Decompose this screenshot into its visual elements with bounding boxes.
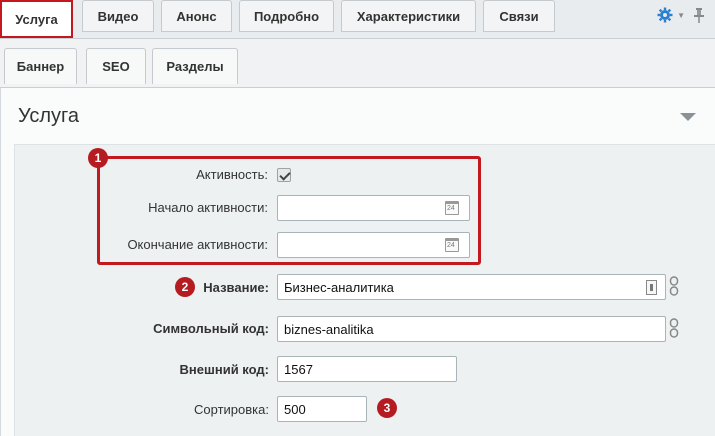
tab-seo[interactable]: SEO: [86, 48, 146, 84]
sort-field[interactable]: 500: [277, 396, 367, 422]
tab-characteristics[interactable]: Характеристики: [341, 0, 476, 32]
link-icon[interactable]: [669, 318, 679, 338]
code-label: Символьный код:: [153, 321, 269, 336]
tab-service[interactable]: Услуга: [0, 0, 73, 38]
sub-tab-bar: Баннер SEO Разделы: [0, 39, 715, 88]
name-value: Бизнес-аналитика: [284, 279, 394, 295]
activity-highlight-box: [97, 156, 481, 265]
tab-sections[interactable]: Разделы: [152, 48, 238, 84]
tab-announce[interactable]: Анонс: [161, 0, 232, 32]
badge-3: 3: [377, 398, 397, 418]
toolbar-tools: ▼: [657, 6, 705, 24]
tab-video[interactable]: Видео: [82, 0, 154, 32]
tab-links[interactable]: Связи: [483, 0, 555, 32]
name-field[interactable]: Бизнес-аналитика: [277, 274, 666, 300]
gear-icon[interactable]: [657, 7, 673, 23]
top-tab-bar: Услуга Видео Анонс Подробно Характеристи…: [0, 0, 715, 39]
name-label: Название:: [203, 280, 269, 295]
external-code-field[interactable]: 1567: [277, 356, 457, 382]
collapse-arrow-icon[interactable]: [680, 113, 696, 121]
link-icon[interactable]: [669, 276, 679, 296]
code-field[interactable]: biznes-analitika: [277, 316, 666, 342]
edit-icon[interactable]: [646, 280, 657, 295]
sort-label: Сортировка:: [194, 402, 269, 417]
tab-details[interactable]: Подробно: [239, 0, 334, 32]
tab-banner[interactable]: Баннер: [4, 48, 77, 84]
badge-1: 1: [88, 148, 108, 168]
chevron-down-icon[interactable]: ▼: [677, 11, 685, 20]
section-title: Услуга: [18, 105, 80, 127]
pin-icon[interactable]: [693, 7, 705, 23]
badge-2: 2: [175, 277, 195, 297]
external-code-label: Внешний код:: [179, 362, 269, 377]
